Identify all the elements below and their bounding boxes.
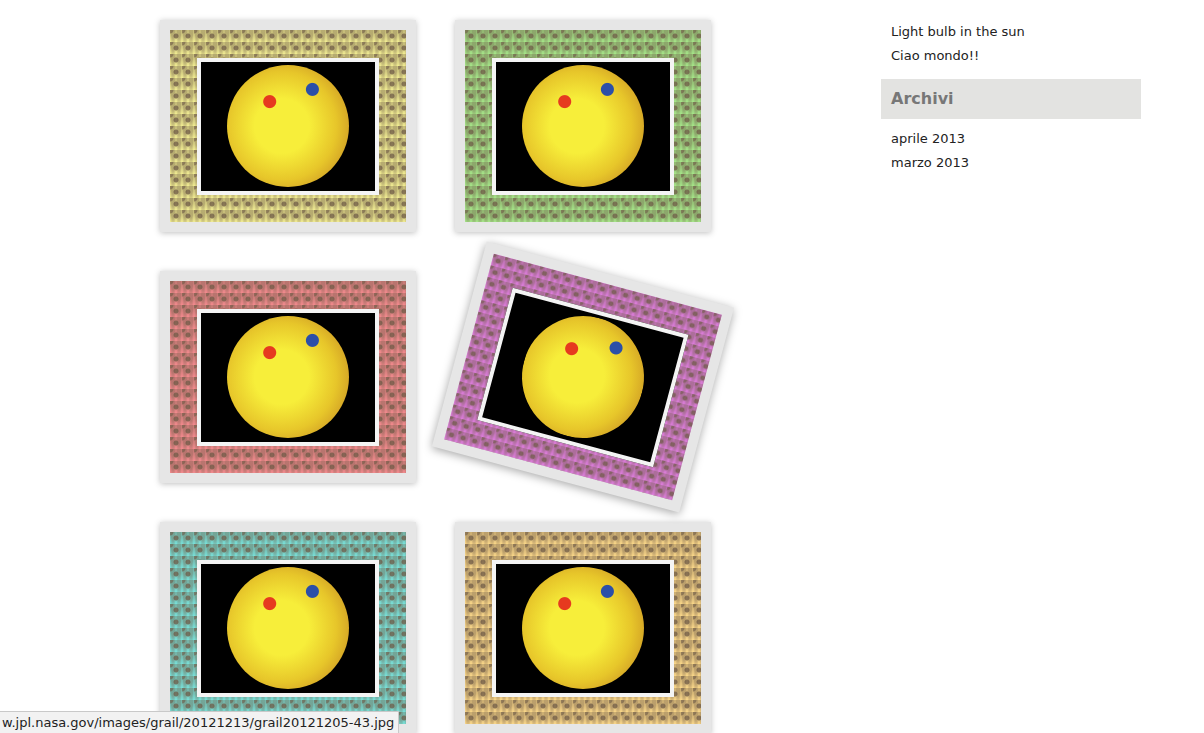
archives-heading: Archivi bbox=[881, 79, 1141, 119]
sidebar: Light bulb in the sunCiao mondo!! Archivi… bbox=[881, 20, 1141, 175]
moon-picture bbox=[522, 567, 644, 689]
gallery-item[interactable] bbox=[455, 522, 711, 733]
photo[interactable] bbox=[477, 287, 688, 466]
moon-picture bbox=[227, 316, 349, 438]
archive-link[interactable]: aprile 2013 bbox=[881, 127, 1141, 151]
picture-frame bbox=[170, 532, 406, 724]
status-bar: w.jpl.nasa.gov/images/grail/20121213/gra… bbox=[0, 711, 399, 733]
recent-post-link[interactable]: Light bulb in the sun bbox=[881, 20, 1141, 44]
picture-frame bbox=[465, 532, 701, 724]
gallery bbox=[160, 20, 711, 733]
gallery-item[interactable] bbox=[455, 20, 711, 232]
photo[interactable] bbox=[197, 58, 379, 195]
gallery-item[interactable] bbox=[160, 20, 416, 232]
picture-frame bbox=[465, 30, 701, 222]
photo[interactable] bbox=[197, 560, 379, 697]
moon-picture bbox=[508, 302, 657, 451]
picture-frame bbox=[444, 254, 722, 501]
moon-picture bbox=[522, 65, 644, 187]
moon-picture bbox=[227, 567, 349, 689]
photo[interactable] bbox=[492, 58, 674, 195]
picture-frame bbox=[170, 281, 406, 473]
gallery-item[interactable] bbox=[432, 241, 734, 512]
moon-picture bbox=[227, 65, 349, 187]
gallery-item[interactable] bbox=[160, 271, 416, 483]
photo[interactable] bbox=[492, 560, 674, 697]
archive-link[interactable]: marzo 2013 bbox=[881, 151, 1141, 175]
recent-post-link[interactable]: Ciao mondo!! bbox=[881, 44, 1141, 68]
picture-frame bbox=[170, 30, 406, 222]
gallery-item[interactable] bbox=[160, 522, 416, 733]
photo[interactable] bbox=[197, 309, 379, 446]
